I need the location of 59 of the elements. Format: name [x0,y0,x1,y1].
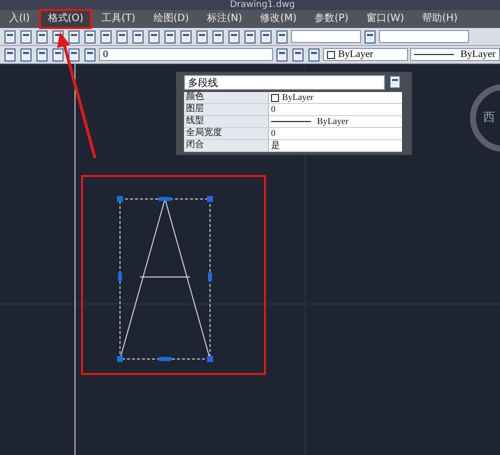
document-icon[interactable] [19,48,33,62]
document-icon[interactable] [83,30,97,44]
menu-item[interactable]: 窗口(W) [357,9,414,29]
window-title: Drawing1.dwg [230,0,295,10]
color-swatch [327,50,336,58]
menu-item[interactable]: 参数(P) [306,9,358,29]
document-icon[interactable] [115,30,129,44]
document-icon[interactable] [363,30,377,44]
document-icon[interactable] [275,48,290,62]
property-value[interactable]: ByLayer [269,92,402,104]
document-icon[interactable] [67,30,81,44]
menu-item[interactable]: 格式(O) [38,9,92,29]
document-icon[interactable] [243,30,257,44]
document-icon[interactable] [83,48,97,62]
document-icon[interactable] [3,48,17,62]
document-icon[interactable] [51,48,65,62]
document-icon[interactable] [388,75,402,89]
document-icon[interactable] [35,30,49,44]
document-icon[interactable] [179,30,193,44]
document-icon[interactable] [307,48,322,62]
document-icon[interactable] [227,30,241,44]
document-icon[interactable] [3,30,17,44]
property-value[interactable]: ByLayer [269,116,402,128]
menu-item[interactable]: 修改(M) [251,9,306,29]
document-icon[interactable] [19,30,33,44]
menu-item[interactable]: 入(I) [0,9,39,29]
layer-dropdown[interactable]: 0 [99,48,274,61]
color-swatch [271,94,279,102]
compass-label: 西 [483,109,495,126]
menu-item[interactable]: 工具(T) [92,9,144,29]
document-icon[interactable] [67,48,81,62]
document-icon[interactable] [195,30,209,44]
property-name: 全局宽度 [184,128,269,140]
document-icon[interactable] [211,30,225,44]
document-icon[interactable] [99,30,113,44]
menu-item[interactable]: 帮助(H) [413,9,466,29]
document-icon[interactable] [163,30,177,44]
menu-item[interactable]: 绘图(D) [144,9,198,29]
object-type-dropdown[interactable]: 多段线 [184,75,385,90]
dimension-style-dropdown[interactable] [379,30,469,43]
property-name: 闭合 [184,140,269,152]
property-name: 颜色 [184,92,269,104]
property-name: 线型 [184,116,269,128]
document-icon[interactable] [35,48,49,62]
property-value[interactable]: 0 [269,128,402,140]
menu-item[interactable]: 标注(N) [198,9,252,29]
line-sample [271,121,311,122]
document-icon[interactable] [259,30,273,44]
color-dropdown[interactable]: ByLayer [323,48,408,61]
property-value[interactable]: 0 [269,104,402,116]
property-name: 图层 [184,104,269,116]
document-icon[interactable] [131,30,145,44]
linetype-dropdown[interactable]: ByLayer [410,48,500,61]
text-style-dropdown[interactable] [291,30,361,43]
document-icon[interactable] [275,30,289,44]
document-icon[interactable] [147,30,161,44]
property-value[interactable]: 是 [269,140,402,152]
line-sample [414,54,454,55]
document-icon[interactable] [291,48,306,62]
